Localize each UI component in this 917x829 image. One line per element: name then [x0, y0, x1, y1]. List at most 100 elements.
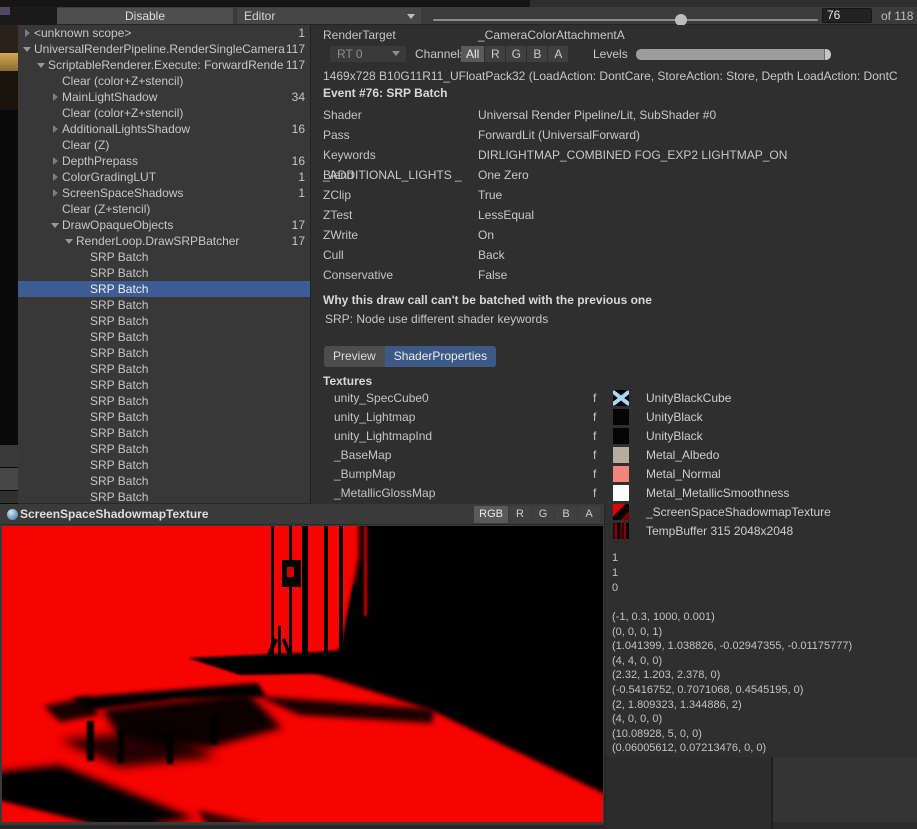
tree-row[interactable]: SRP Batch [18, 489, 310, 503]
preview-channel-group: RGBRGBA [474, 506, 600, 523]
tree-row[interactable]: SRP Batch [18, 361, 310, 377]
texture-thumbnail[interactable] [613, 447, 629, 463]
tree-row-label: SRP Batch [90, 282, 305, 296]
tree-row[interactable]: SRP Batch [18, 425, 310, 441]
foldout-collapsed-icon[interactable] [50, 172, 62, 182]
tree-row-label: SRP Batch [90, 362, 305, 376]
tab-preview[interactable]: Preview [324, 346, 385, 367]
texture-thumbnail[interactable] [613, 409, 629, 425]
texture-row[interactable]: unity_Lightmap f UnityBlack [311, 408, 917, 427]
foldout-collapsed-icon[interactable] [50, 92, 62, 102]
texture-thumbnail[interactable] [613, 523, 629, 539]
texture-thumbnail[interactable] [613, 504, 629, 520]
preview-window-titlebar[interactable]: ScreenSpaceShadowmapTexture RGBRGBA [0, 504, 604, 525]
channel-button-rgb[interactable]: RGB [474, 506, 508, 523]
tree-row[interactable]: SRP Batch [18, 297, 310, 313]
tree-row[interactable]: AdditionalLightsShadow 16 [18, 121, 310, 137]
target-selection-dropdown[interactable]: Editor [237, 8, 421, 24]
frame-slider-track[interactable] [433, 19, 818, 21]
vector-value: (0, 0, 0, 1) [612, 626, 852, 641]
channel-button-r[interactable]: R [509, 506, 531, 523]
tree-row[interactable]: <unknown scope> 1 [18, 25, 310, 41]
tree-row[interactable]: SRP Batch [18, 393, 310, 409]
tree-row[interactable]: UniversalRenderPipeline.RenderSingleCame… [18, 41, 310, 57]
channel-button-all[interactable]: All [461, 46, 484, 62]
tree-row-label: SRP Batch [90, 442, 305, 456]
tree-row[interactable]: Clear (Z) [18, 137, 310, 153]
texture-thumbnail[interactable] [613, 428, 629, 444]
tree-row[interactable]: SRP Batch [18, 457, 310, 473]
texture-thumbnail[interactable] [613, 485, 629, 501]
foldout-expanded-icon[interactable] [64, 236, 76, 246]
tree-row[interactable]: ScriptableRenderer.Execute: ForwardRende… [18, 57, 310, 73]
texture-resource-name: _ScreenSpaceShadowmapTexture [646, 505, 831, 519]
channel-button-a[interactable]: A [548, 46, 568, 62]
texture-resource-name: UnityBlack [646, 429, 703, 443]
shader-state-label: Cull [323, 245, 478, 265]
shader-state-row: ShaderUniversal Render Pipeline/Lit, Sub… [323, 105, 917, 125]
foldout-expanded-icon[interactable] [22, 44, 34, 54]
tree-row[interactable]: DepthPrepass 16 [18, 153, 310, 169]
channel-button-g[interactable]: G [506, 46, 526, 62]
texture-row[interactable]: _BumpMap f Metal_Normal [311, 465, 917, 484]
tree-row[interactable]: RenderLoop.DrawSRPBatcher 17 [18, 233, 310, 249]
tree-row-label: SRP Batch [90, 346, 305, 360]
texture-resource-name: TempBuffer 315 2048x2048 [646, 524, 793, 538]
tree-row-label: AdditionalLightsShadow [62, 122, 292, 136]
foldout-collapsed-icon[interactable] [50, 188, 62, 198]
levels-slider[interactable] [636, 49, 830, 60]
channel-button-a[interactable]: A [578, 506, 600, 523]
tree-row[interactable]: SRP Batch [18, 473, 310, 489]
channel-button-b[interactable]: B [527, 46, 547, 62]
foldout-collapsed-icon[interactable] [50, 156, 62, 166]
foldout-spacer [78, 284, 90, 294]
tree-row[interactable]: SRP Batch [18, 345, 310, 361]
frame-total-label: of 118 [881, 9, 913, 23]
channel-button-g[interactable]: G [532, 506, 554, 523]
texture-flag: f [593, 391, 596, 405]
tree-row[interactable]: SRP Batch [18, 377, 310, 393]
levels-slider-handle[interactable] [824, 49, 831, 60]
foldout-spacer [50, 76, 62, 86]
tree-row[interactable]: Clear (color+Z+stencil) [18, 73, 310, 89]
tree-row[interactable]: SRP Batch [18, 249, 310, 265]
texture-row[interactable]: unity_SpecCube0 f UnityBlackCube [311, 389, 917, 408]
tree-row[interactable]: MainLightShadow 34 [18, 89, 310, 105]
background-window-fragment [0, 491, 18, 503]
scene-view-fragment [0, 25, 18, 110]
tree-row[interactable]: SRP Batch [18, 313, 310, 329]
foldout-expanded-icon[interactable] [36, 60, 48, 70]
disable-button[interactable]: Disable [57, 8, 233, 24]
tree-row[interactable]: ColorGradingLUT 1 [18, 169, 310, 185]
frame-number-input[interactable]: 76 [822, 8, 872, 23]
channel-button-b[interactable]: B [555, 506, 577, 523]
tree-row[interactable]: DrawOpaqueObjects 17 [18, 217, 310, 233]
texture-thumbnail[interactable] [613, 466, 629, 482]
foldout-expanded-icon[interactable] [50, 220, 62, 230]
texture-thumbnail[interactable] [613, 390, 629, 406]
foldout-collapsed-icon[interactable] [50, 124, 62, 134]
texture-preview-window: ScreenSpaceShadowmapTexture RGBRGBA [0, 504, 605, 825]
texture-row[interactable]: _MetallicGlossMap f Metal_MetallicSmooth… [311, 484, 917, 503]
foldout-collapsed-icon[interactable] [22, 28, 34, 38]
shader-state-row: ZTestLessEqual [323, 205, 917, 225]
vector-value: (4, 4, 0, 0) [612, 655, 852, 670]
tree-row[interactable]: SRP Batch [18, 265, 310, 281]
texture-row[interactable]: _BaseMap f Metal_Albedo [311, 446, 917, 465]
texture-row[interactable]: unity_LightmapInd f UnityBlack [311, 427, 917, 446]
tree-row-label: SRP Batch [90, 314, 305, 328]
tree-row[interactable]: SRP Batch [18, 441, 310, 457]
tree-row[interactable]: SRP Batch [18, 409, 310, 425]
texture-flag: f [593, 448, 596, 462]
tree-row[interactable]: Clear (Z+stencil) [18, 201, 310, 217]
tree-row[interactable]: SRP Batch [18, 329, 310, 345]
tree-row[interactable]: SRP Batch [18, 281, 310, 297]
foldout-spacer [78, 348, 90, 358]
tab-shader-properties[interactable]: ShaderProperties [385, 346, 496, 367]
tree-row[interactable]: ScreenSpaceShadows 1 [18, 185, 310, 201]
texture-flag: f [593, 429, 596, 443]
levels-label: Levels [593, 47, 628, 61]
tree-row[interactable]: Clear (color+Z+stencil) [18, 105, 310, 121]
rt-index-dropdown[interactable]: RT 0 [330, 46, 406, 62]
channel-button-r[interactable]: R [485, 46, 505, 62]
